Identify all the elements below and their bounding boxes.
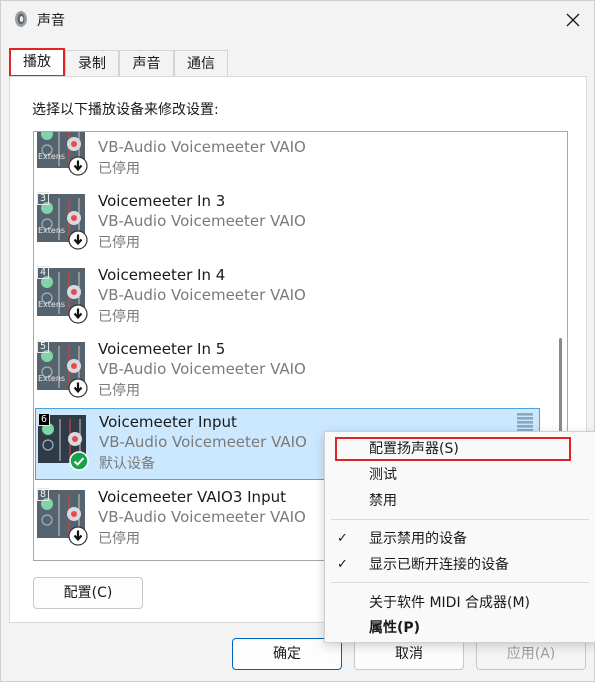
- menu-about-midi[interactable]: 关于软件 MIDI 合成器(M): [325, 590, 595, 616]
- device-name: Voicemeeter In 5: [98, 340, 226, 358]
- device-number-badge: 8: [37, 488, 50, 501]
- menu-item-label: 显示已断开连接的设备: [369, 557, 509, 573]
- device-name: Voicemeeter Input: [99, 413, 237, 431]
- tab-communications[interactable]: 通信: [174, 50, 228, 76]
- device-driver: VB-Audio Voicemeeter VAIO: [98, 286, 306, 304]
- speaker-app-icon: [15, 11, 27, 27]
- menu-item-label: 禁用: [369, 493, 397, 509]
- tab-playback[interactable]: 播放: [9, 48, 65, 77]
- device-status: 已停用: [98, 531, 140, 547]
- device-tag-text: Extens: [38, 152, 66, 161]
- device-name: Voicemeeter In 4: [98, 266, 226, 284]
- device-tag-text: Extens: [38, 374, 66, 383]
- device-driver: VB-Audio Voicemeeter VAIO: [99, 433, 307, 451]
- tab-recording[interactable]: 录制: [65, 50, 119, 76]
- device-number-badge: 3: [37, 192, 50, 205]
- checkmark-icon: ✓: [337, 557, 348, 572]
- device-row[interactable]: Extens VB-Audio Voicemeeter VAIO 已停用: [35, 132, 540, 186]
- menu-item-label: 测试: [369, 467, 397, 483]
- menu-test[interactable]: 测试: [325, 462, 595, 488]
- down-arrow-icon: [68, 230, 88, 250]
- checkmark-icon: ✓: [337, 531, 348, 546]
- menu-item-label: 关于软件 MIDI 合成器(M): [369, 595, 531, 611]
- device-number-badge: 4: [37, 266, 50, 279]
- device-status: 已停用: [98, 235, 140, 251]
- down-arrow-icon: [68, 156, 88, 176]
- menu-show-disconnected[interactable]: ✓ 显示已断开连接的设备: [325, 552, 595, 578]
- menu-item-label: 配置扬声器(S): [369, 441, 459, 457]
- device-status: 默认设备: [99, 456, 155, 472]
- device-tag-text: Extens: [38, 226, 66, 235]
- menu-separator: [331, 519, 589, 520]
- device-number-badge: 5: [37, 340, 50, 353]
- device-name: Voicemeeter In 3: [98, 192, 226, 210]
- menu-item-label: 显示禁用的设备: [369, 531, 467, 547]
- configure-button[interactable]: 配置(C): [33, 577, 143, 609]
- device-tag-text: Extens: [38, 300, 66, 309]
- device-status: 已停用: [98, 309, 140, 325]
- menu-show-disabled[interactable]: ✓ 显示禁用的设备: [325, 526, 595, 552]
- context-menu: 配置扬声器(S) 测试禁用 ✓ 显示禁用的设备 ✓ 显示已断开连接的设备关于软件 MIDI…: [324, 431, 595, 643]
- device-name: Voicemeeter VAIO3 Input: [98, 488, 286, 506]
- title-bar: 声音: [1, 1, 595, 39]
- instruction-text: 选择以下播放设备来修改设置:: [32, 102, 219, 118]
- level-meter-icon: [517, 413, 533, 432]
- down-arrow-icon: [68, 526, 88, 546]
- down-arrow-icon: [68, 304, 88, 324]
- device-row[interactable]: 5 Extens Voicemeeter In 5 VB-Audio Voicemee…: [35, 336, 540, 408]
- window-title: 声音: [37, 13, 65, 29]
- menu-disable[interactable]: 禁用: [325, 488, 595, 514]
- menu-item-label: 属性(P): [369, 620, 421, 636]
- device-number-badge: 6: [38, 413, 51, 426]
- device-driver: VB-Audio Voicemeeter VAIO: [98, 508, 306, 526]
- menu-separator: [331, 582, 589, 583]
- device-driver: VB-Audio Voicemeeter VAIO: [98, 212, 306, 230]
- menu-configure-speakers[interactable]: 配置扬声器(S): [325, 436, 595, 462]
- device-status: 已停用: [98, 383, 140, 399]
- down-arrow-icon: [68, 378, 88, 398]
- device-row[interactable]: 4 Extens Voicemeeter In 4 VB-Audio Voicemee…: [35, 262, 540, 334]
- device-driver: VB-Audio Voicemeeter VAIO: [98, 360, 306, 378]
- device-driver: VB-Audio Voicemeeter VAIO: [98, 138, 306, 156]
- close-button[interactable]: [550, 1, 595, 39]
- close-icon: [566, 13, 580, 27]
- device-row[interactable]: 3 Extens Voicemeeter In 3 VB-Audio Voicemee…: [35, 188, 540, 260]
- menu-properties[interactable]: 属性(P): [325, 615, 595, 641]
- sound-dialog: 声音 播放 录制 声音 通信 选择以下播放设备来修改设置: 8 Voicemeet…: [0, 0, 595, 682]
- green-check-icon: [69, 451, 89, 471]
- tab-sounds[interactable]: 声音: [119, 50, 174, 76]
- device-status: 已停用: [98, 161, 140, 177]
